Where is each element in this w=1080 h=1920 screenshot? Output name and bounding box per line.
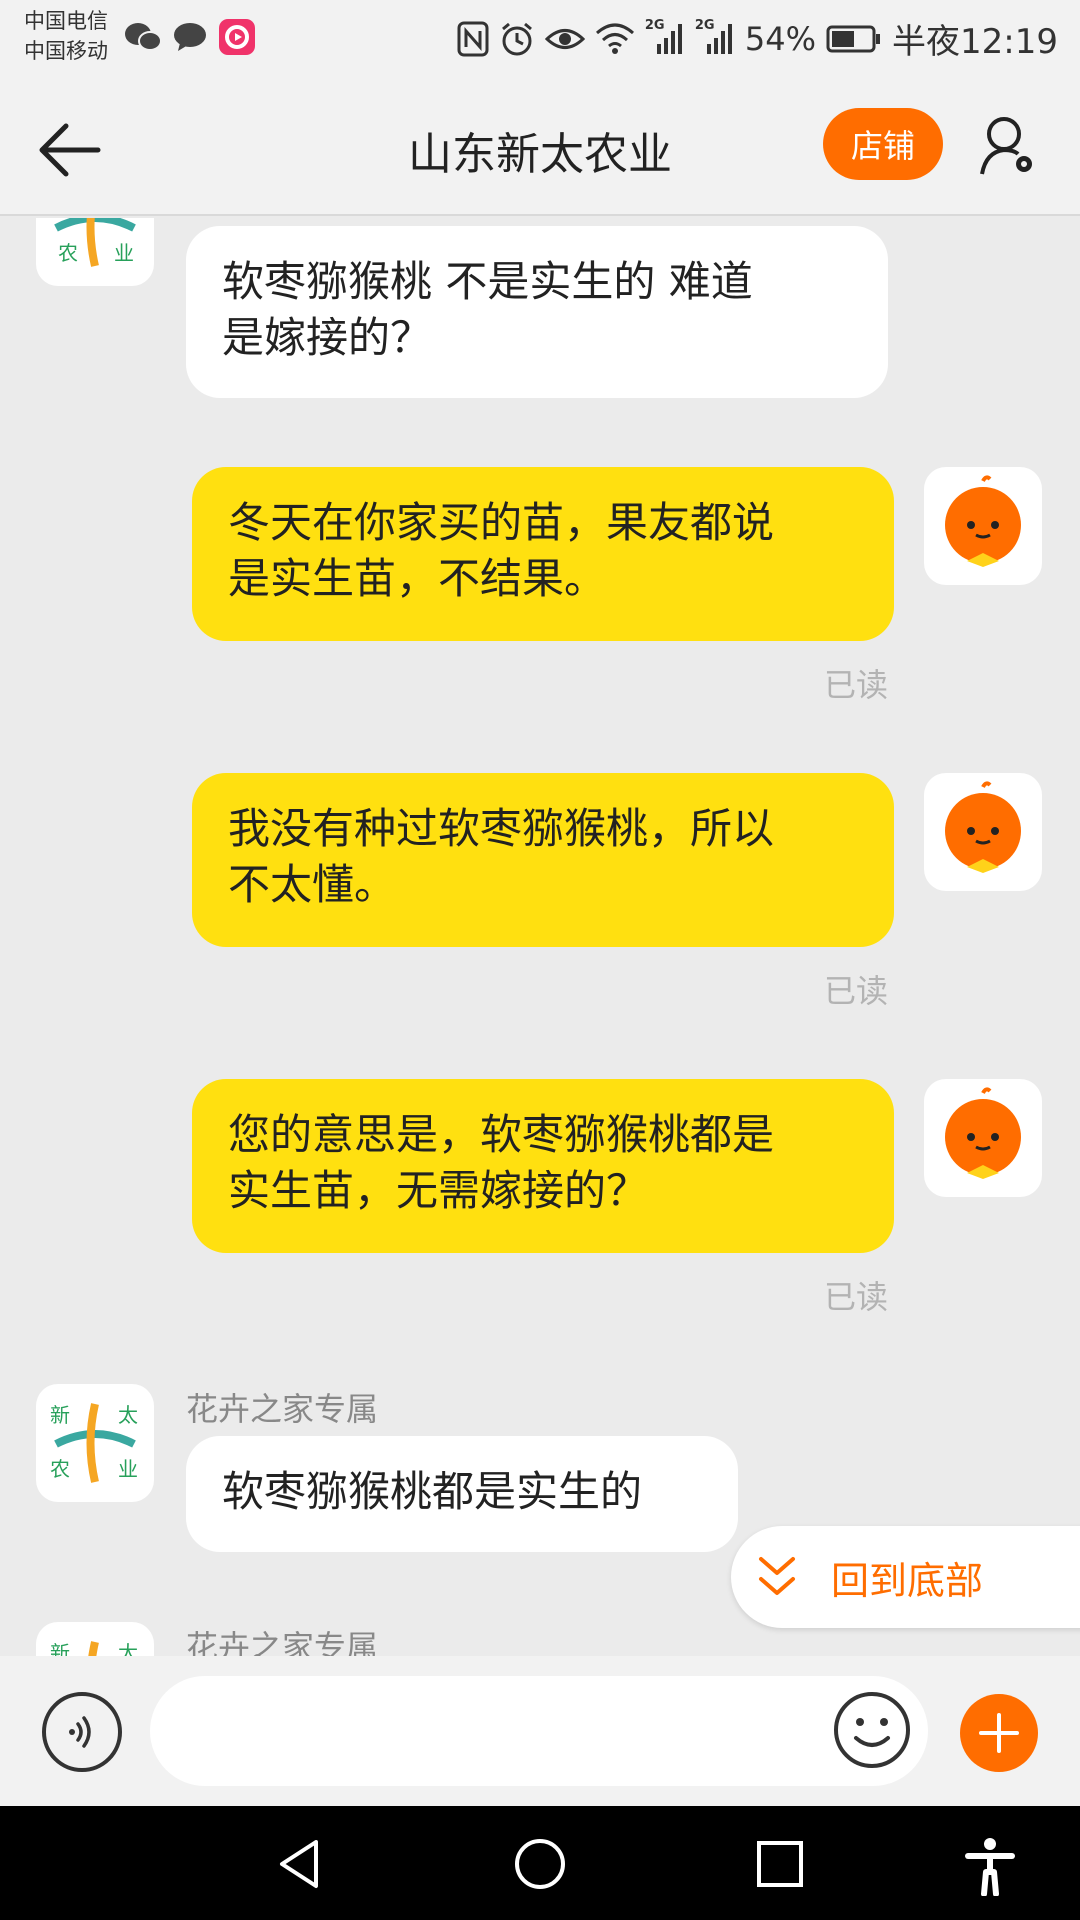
user-avatar[interactable] (924, 1079, 1042, 1197)
emoji-button[interactable] (832, 1690, 912, 1770)
message-list[interactable]: 农业 软枣猕猴桃 不是实生的 难道 是嫁接的？ 冬天在你家买的苗，果友都说 是实… (0, 218, 1080, 1656)
mascot-avatar-icon (945, 1087, 1021, 1179)
message-text-line: 是嫁接的？ (222, 313, 433, 362)
battery-percent: 54% (744, 19, 817, 58)
message-input[interactable] (150, 1676, 928, 1786)
read-status: 已读 (824, 1278, 889, 1316)
carrier-1: 中国电信 (24, 9, 108, 33)
clock: 半夜12:19 (892, 22, 1058, 62)
user-settings-button[interactable] (978, 112, 1038, 180)
message-bubble-outgoing[interactable]: 您的意思是，软枣猕猴桃都是 实生苗，无需嫁接的？ (192, 1079, 894, 1253)
nav-home-button[interactable] (512, 1836, 568, 1892)
carrier-info: 中国电信 中国移动 (24, 6, 108, 66)
shop-logo-icon: 新 太农 业 (50, 1403, 138, 1483)
logo-char-4: 业 (114, 241, 134, 265)
wechat-icon (124, 21, 162, 53)
logo-char-1: 新 (50, 1403, 70, 1427)
network-type-1: 2G (644, 17, 665, 33)
message-bubble-incoming[interactable]: 软枣猕猴桃 不是实生的 难道 是嫁接的？ (186, 226, 888, 398)
shop-logo-icon: 新太 (50, 1641, 138, 1656)
square-recents-icon (757, 1841, 803, 1887)
voice-icon (69, 1716, 91, 1748)
network-type-2: 2G (694, 17, 715, 33)
logo-char-2: 太 (118, 1403, 138, 1427)
alarm-icon (499, 21, 535, 57)
nfc-icon (457, 21, 489, 57)
message-text-line: 您的意思是，软枣猕猴桃都是 (228, 1110, 775, 1159)
logo-char-3: 农 (50, 1457, 70, 1481)
status-indicators: 2G 2G 54% 半夜12:19 (457, 14, 1058, 63)
nav-recents-button[interactable] (752, 1836, 808, 1892)
logo-char-1: 新 (50, 1641, 70, 1656)
nav-back-button[interactable] (272, 1836, 328, 1892)
video-app-icon (218, 18, 256, 56)
user-avatar[interactable] (924, 773, 1042, 891)
circle-home-icon (515, 1839, 565, 1889)
shop-avatar[interactable]: 新 太农 业 (36, 1384, 154, 1502)
signal-1-icon: 2G (645, 18, 685, 56)
message-text-line: 实生苗，无需嫁接的？ (228, 1166, 649, 1215)
message-bubble-outgoing[interactable]: 冬天在你家买的苗，果友都说 是实生苗，不结果。 (192, 467, 894, 641)
message-bubble-incoming[interactable]: 软枣猕猴桃都是实生的 (186, 1436, 738, 1552)
plus-icon (979, 1713, 1019, 1753)
notification-icons (124, 18, 256, 56)
user-avatar[interactable] (924, 467, 1042, 585)
smiley-icon (834, 1692, 910, 1768)
message-text-line: 冬天在你家买的苗，果友都说 (228, 498, 775, 547)
system-navigation-bar (0, 1806, 1080, 1920)
read-status: 已读 (824, 972, 889, 1010)
wifi-icon (595, 23, 635, 55)
logo-char-2: 太 (118, 1641, 138, 1656)
message-text-line: 不太懂。 (228, 860, 397, 909)
mascot-avatar-icon (945, 781, 1021, 873)
chat-header: 山东新太农业 店铺 (0, 78, 1080, 216)
shop-button[interactable]: 店铺 (823, 108, 943, 180)
accessibility-icon (965, 1838, 1015, 1897)
user-settings-icon (980, 117, 1032, 175)
battery-icon (826, 24, 882, 54)
message-icon (172, 21, 208, 53)
sender-name: 花卉之家专属 (186, 1628, 379, 1656)
shop-avatar[interactable]: 农业 (36, 218, 154, 286)
voice-input-button[interactable] (42, 1692, 122, 1772)
message-input-bar (0, 1656, 1080, 1806)
eye-comfort-icon (544, 24, 585, 54)
message-text-line: 我没有种过软枣猕猴桃，所以 (228, 804, 775, 853)
message-text-line: 软枣猕猴桃 不是实生的 难道 (222, 257, 753, 306)
more-actions-button[interactable] (960, 1694, 1038, 1772)
triangle-back-icon (280, 1840, 318, 1888)
accessibility-button[interactable] (962, 1836, 1018, 1897)
scroll-to-bottom-button[interactable]: 回到底部 (731, 1526, 1080, 1628)
logo-char-4: 业 (118, 1457, 138, 1481)
message-text: 软枣猕猴桃都是实生的 (222, 1467, 643, 1516)
carrier-2: 中国移动 (24, 39, 108, 63)
read-status: 已读 (824, 666, 889, 704)
shop-avatar[interactable]: 新太 (36, 1622, 154, 1656)
logo-char-3: 农 (58, 241, 78, 265)
double-chevron-down-icon (759, 1557, 795, 1595)
message-text-line: 是实生苗，不结果。 (228, 554, 607, 603)
shop-logo-icon: 农业 (54, 218, 136, 267)
message-bubble-outgoing[interactable]: 我没有种过软枣猕猴桃，所以 不太懂。 (192, 773, 894, 947)
sender-name: 花卉之家专属 (186, 1390, 379, 1428)
mascot-avatar-icon (945, 475, 1021, 567)
scroll-to-bottom-label: 回到底部 (831, 1558, 984, 1603)
status-bar: 中国电信 中国移动 2G 2G 54% 半夜12:19 (0, 0, 1080, 78)
signal-2-icon: 2G (695, 18, 735, 56)
